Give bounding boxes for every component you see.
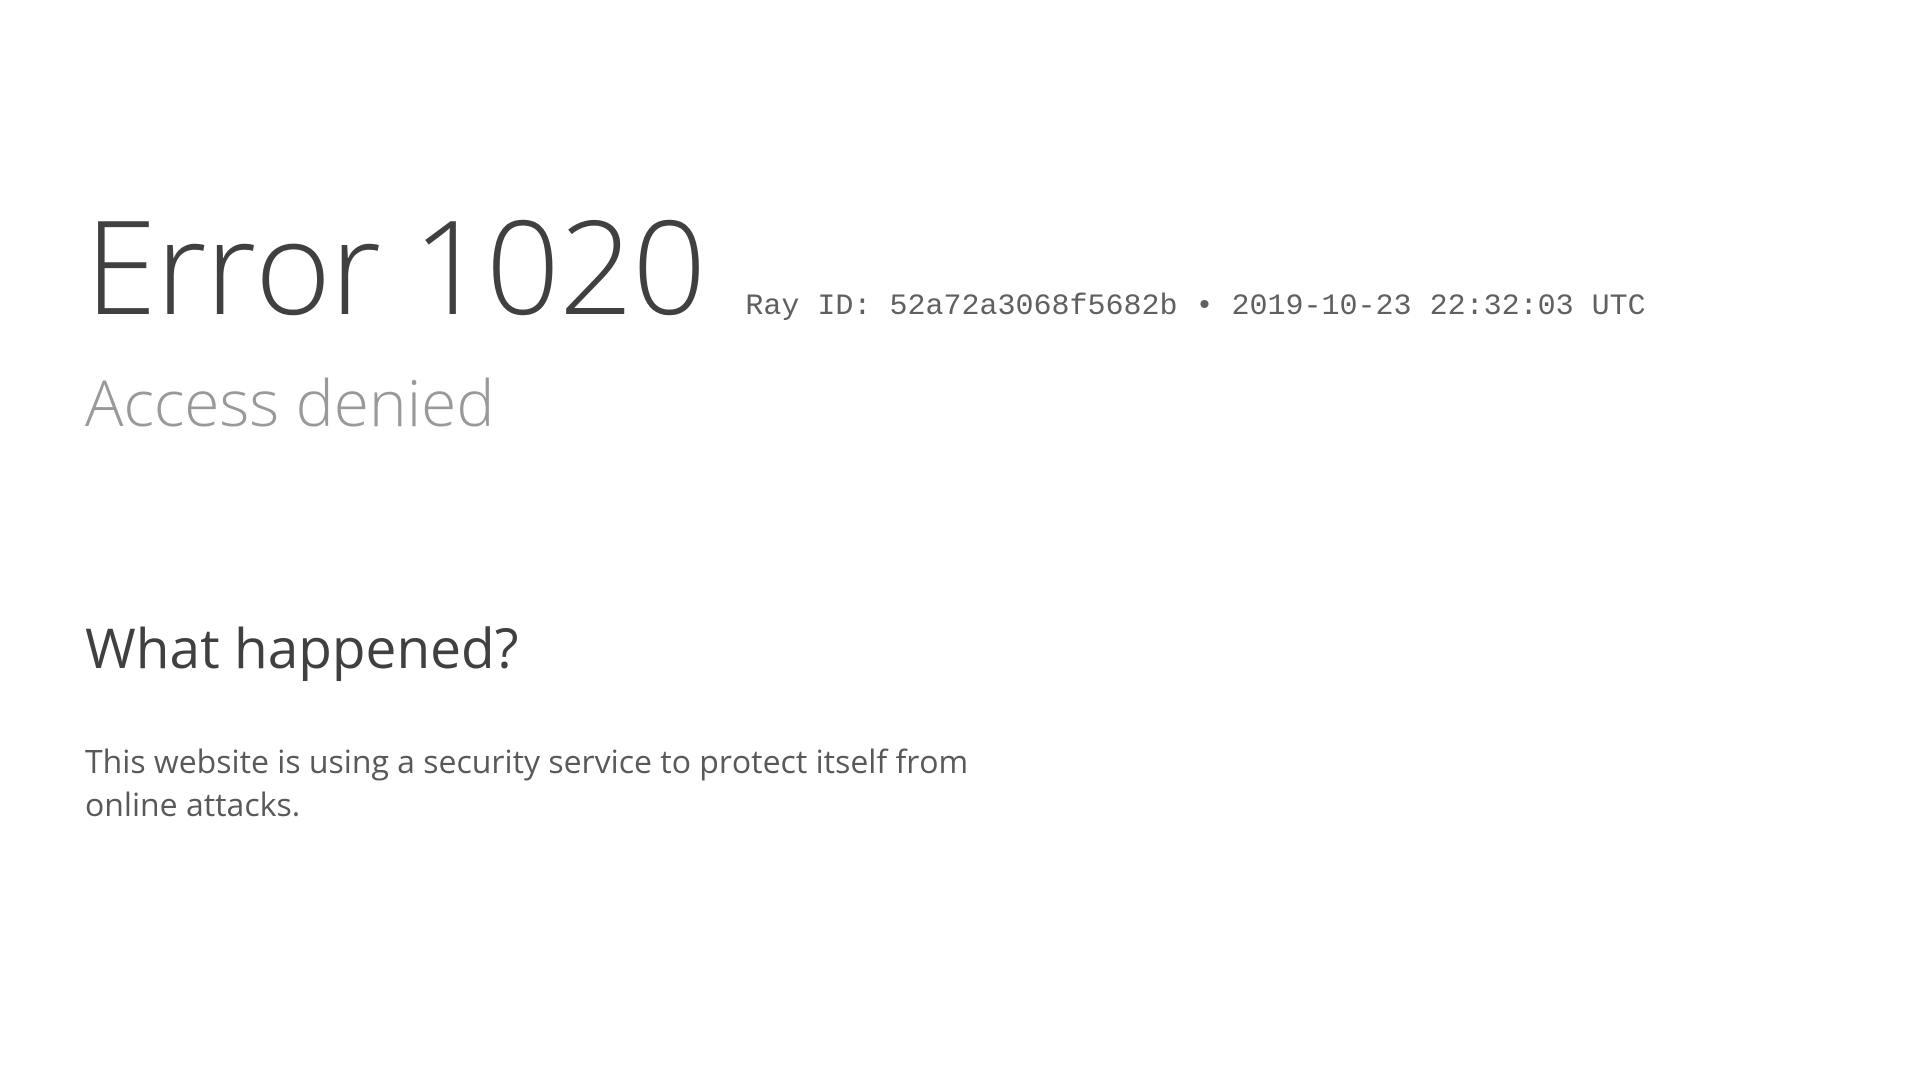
section-heading: What happened? (85, 610, 1835, 685)
error-title: Error 1020 (85, 200, 705, 330)
section-body: This website is using a security service… (85, 740, 1065, 826)
ray-info: Ray ID: 52a72a3068f5682b • 2019-10-23 22… (745, 290, 1645, 324)
what-happened-section: What happened? This website is using a s… (85, 610, 1835, 826)
ray-id-label: Ray ID: (745, 290, 871, 324)
ray-timestamp: 2019-10-23 22:32:03 UTC (1232, 290, 1646, 324)
error-subtitle: Access denied (85, 358, 1835, 445)
error-title-row: Error 1020 Ray ID: 52a72a3068f5682b • 20… (85, 200, 1835, 330)
ray-separator: • (1196, 290, 1214, 324)
error-header: Error 1020 Ray ID: 52a72a3068f5682b • 20… (85, 0, 1835, 445)
ray-id-value: 52a72a3068f5682b (889, 290, 1177, 324)
